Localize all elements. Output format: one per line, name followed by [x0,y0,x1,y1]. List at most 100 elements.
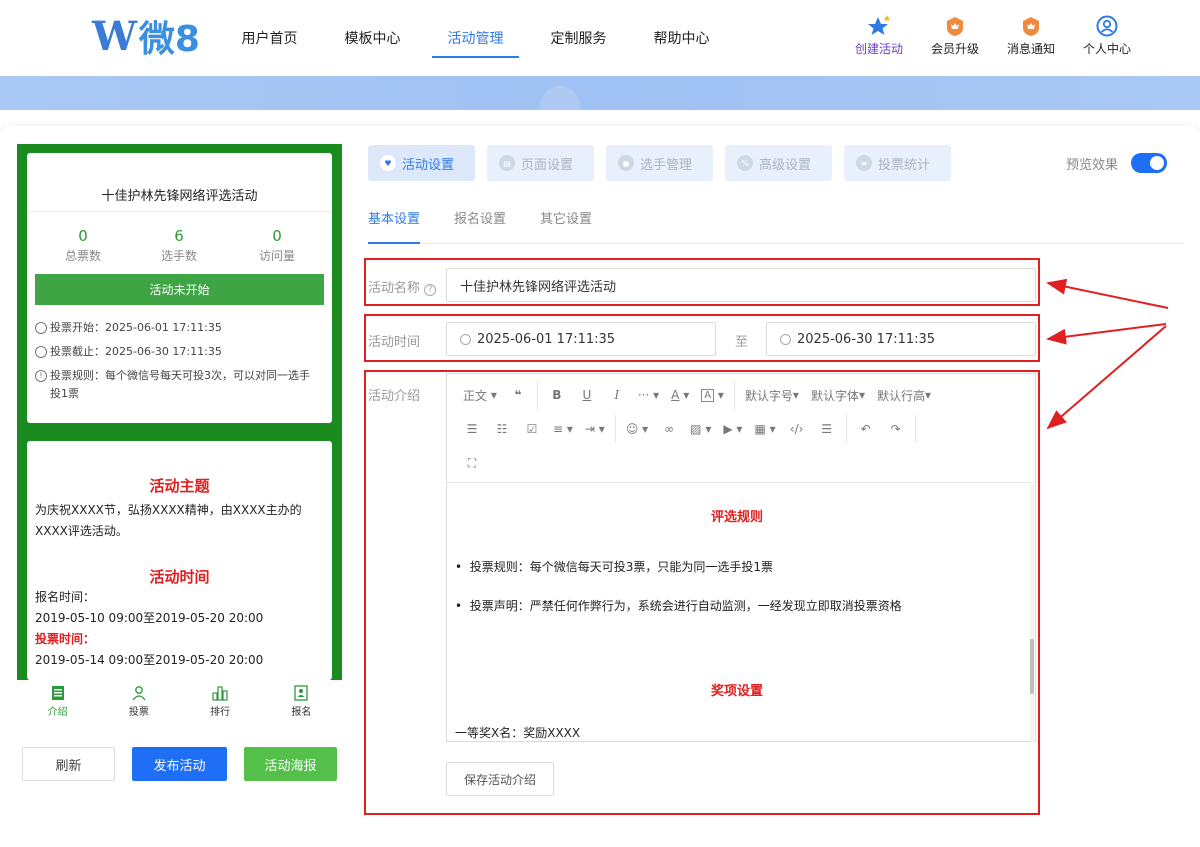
signup-range: 2019-05-10 09:00至2019-05-20 20:00 [35,611,264,625]
logo[interactable]: W 微8 [92,13,200,61]
page-icon: ▤ [499,155,515,171]
heart-icon: ♥ [380,155,396,171]
activity-time-label: 活动时间 [368,335,421,350]
notifications-button[interactable]: 消息通知 [998,14,1064,57]
step-page-settings[interactable]: ▤ 页面设置 [487,145,594,181]
stats-icon: ≡ [856,155,872,171]
settings-steps: ♥ 活动设置 ▤ 页面设置 ● 选手管理 % 高级设置 ≡ 投票统计 [368,145,951,181]
paragraph-style-select[interactable]: 正文 ▾ [457,381,503,409]
tab-basic-settings[interactable]: 基本设置 [368,200,421,244]
clock-icon [35,322,47,334]
bold-icon[interactable]: B [542,381,572,409]
line-height-select[interactable]: 默认行高 ▾ [871,381,937,409]
editor-scrollbar[interactable] [1030,484,1034,742]
preview-toggle[interactable] [1131,153,1167,173]
clock-icon [780,333,791,345]
document-icon [51,685,64,700]
underline-icon[interactable]: U [572,381,602,409]
time-heading: 活动时间 [149,568,210,586]
end-time-input[interactable]: 2025-06-30 17:11:35 [766,322,1036,356]
tab-signup-settings[interactable]: 报名设置 [454,200,506,243]
nav-icons: 创建活动 会员升级 消息通知 个人中心 [846,14,1140,57]
crown-badge-icon [944,14,966,38]
vote-end-info: 投票截止：2025-06-30 17:11:35 [35,343,324,361]
user-icon [1096,14,1118,38]
start-time-input[interactable]: 2025-06-01 17:11:35 [446,322,716,356]
step-activity-settings[interactable]: ♥ 活动设置 [368,145,475,181]
bullet-list-icon[interactable]: ☰ [457,415,487,443]
indent-icon[interactable]: ⇥ ▾ [579,415,611,443]
redo-icon[interactable]: ↷ [881,415,911,443]
tab-ranking[interactable]: 排行 [180,680,261,722]
info-icon: ! [35,370,47,382]
tab-signup[interactable]: 报名 [261,680,342,722]
activity-poster-button[interactable]: 活动海报 [244,747,337,781]
todo-list-icon[interactable]: ☑ [517,415,547,443]
emoji-icon[interactable]: ☺ ▾ [620,415,654,443]
font-family-select[interactable]: 默认字体 ▾ [805,381,871,409]
help-icon[interactable]: ? [424,284,437,296]
publish-activity-button[interactable]: 发布活动 [132,747,227,781]
member-upgrade-button[interactable]: 会员升级 [922,14,988,57]
vote-start-info: 投票开始：2025-06-01 17:11:35 [35,319,324,337]
phone-preview: 十佳护林先锋网络评选活动 0 总票数 6 选手数 0 访问量 活动未开始 投票开… [17,144,342,680]
time-separator: 至 [735,335,749,350]
top-nav: W 微8 用户首页 模板中心 活动管理 定制服务 帮助中心 创建活动 会员升级 消… [0,0,1200,76]
undo-icon[interactable]: ↶ [851,415,881,443]
phone-tabbar: 介绍 投票 排行 报名 [17,680,342,722]
clock-icon [35,346,47,358]
nav-custom-service[interactable]: 定制服务 [527,0,630,76]
vote-rule-info: ! 投票规则：每个微信号每天可投3次，可以对同一选手投1票 [35,367,324,403]
image-icon[interactable]: ▨ ▾ [684,415,717,443]
sub-tabs: 基本设置 报名设置 其它设置 [368,200,1184,244]
person-icon: ● [618,155,634,171]
stat-contestants: 6 选手数 [160,227,197,263]
theme-text: 为庆祝XXXX节，弘扬XXXX精神，由XXXX主办的XXXX评选活动。 [35,503,302,538]
tab-vote[interactable]: 投票 [98,680,179,722]
link-icon[interactable]: ∞ [654,415,684,443]
video-icon[interactable]: ▶ ▾ [717,415,748,443]
tab-other-settings[interactable]: 其它设置 [540,200,592,243]
signup-icon [294,684,309,701]
awards-heading: 奖项设置 [710,684,763,699]
nav-templates[interactable]: 模板中心 [321,0,424,76]
background-color-icon[interactable]: A ▾ [695,381,730,409]
rich-text-editor[interactable]: 正文 ▾ ❝ B U I ··· ▾ A ▾ A ▾ 默认字号 ▾ 默认字体 ▾ 默… [446,373,1036,742]
refresh-button[interactable]: 刷新 [22,747,115,781]
step-advanced-settings[interactable]: % 高级设置 [725,145,832,181]
rule-item: • 投票声明：严禁任何作弊行为，系统会进行自动监测，一经发现立即取消投票资格 [455,599,902,613]
align-icon[interactable]: ≡ ▾ [547,415,579,443]
numbered-list-icon[interactable]: ☷ [487,415,517,443]
activity-name-input[interactable]: 十佳护林先锋网络评选活动 [446,268,1036,302]
font-color-icon[interactable]: A ▾ [665,381,695,409]
fullscreen-icon[interactable]: ⛶ [457,449,487,477]
rules-heading: 评选规则 [710,510,763,525]
stat-visits: 0 访问量 [258,227,295,263]
nav-help[interactable]: 帮助中心 [630,0,733,76]
ranking-icon [212,685,228,701]
activity-title: 十佳护林先锋网络评选活动 [101,189,258,204]
banner [0,76,1200,126]
editor-content[interactable]: 评选规则 • 投票规则：每个微信每天可投3票，只能为同一选手投1票 • 投票声明… [447,484,1027,741]
table-icon[interactable]: ▦ ▾ [748,415,781,443]
font-size-select[interactable]: 默认字号 ▾ [739,381,805,409]
save-intro-button[interactable]: 保存活动介绍 [446,762,554,796]
step-vote-statistics[interactable]: ≡ 投票统计 [844,145,951,181]
nav-activity-management[interactable]: 活动管理 [424,0,527,76]
clock-icon [460,333,471,345]
more-icon[interactable]: ··· ▾ [632,381,665,409]
tab-intro[interactable]: 介绍 [17,680,98,722]
signup-label: 报名时间： [35,590,96,604]
create-activity-button[interactable]: 创建活动 [846,14,912,57]
code-icon[interactable]: ‹/› [782,415,812,443]
nav-home[interactable]: 用户首页 [218,0,321,76]
divider-icon[interactable]: ☰ [812,415,842,443]
italic-icon[interactable]: I [602,381,632,409]
annotation-arrows [1046,278,1169,430]
vote-time-label: 投票时间： [35,632,96,646]
quote-icon[interactable]: ❝ [503,381,533,409]
rule-item: • 投票规则：每个微信每天可投3票，只能为同一选手投1票 [455,560,773,574]
status-badge: 活动未开始 [35,274,324,305]
profile-button[interactable]: 个人中心 [1074,14,1140,57]
step-contestant-management[interactable]: ● 选手管理 [606,145,713,181]
